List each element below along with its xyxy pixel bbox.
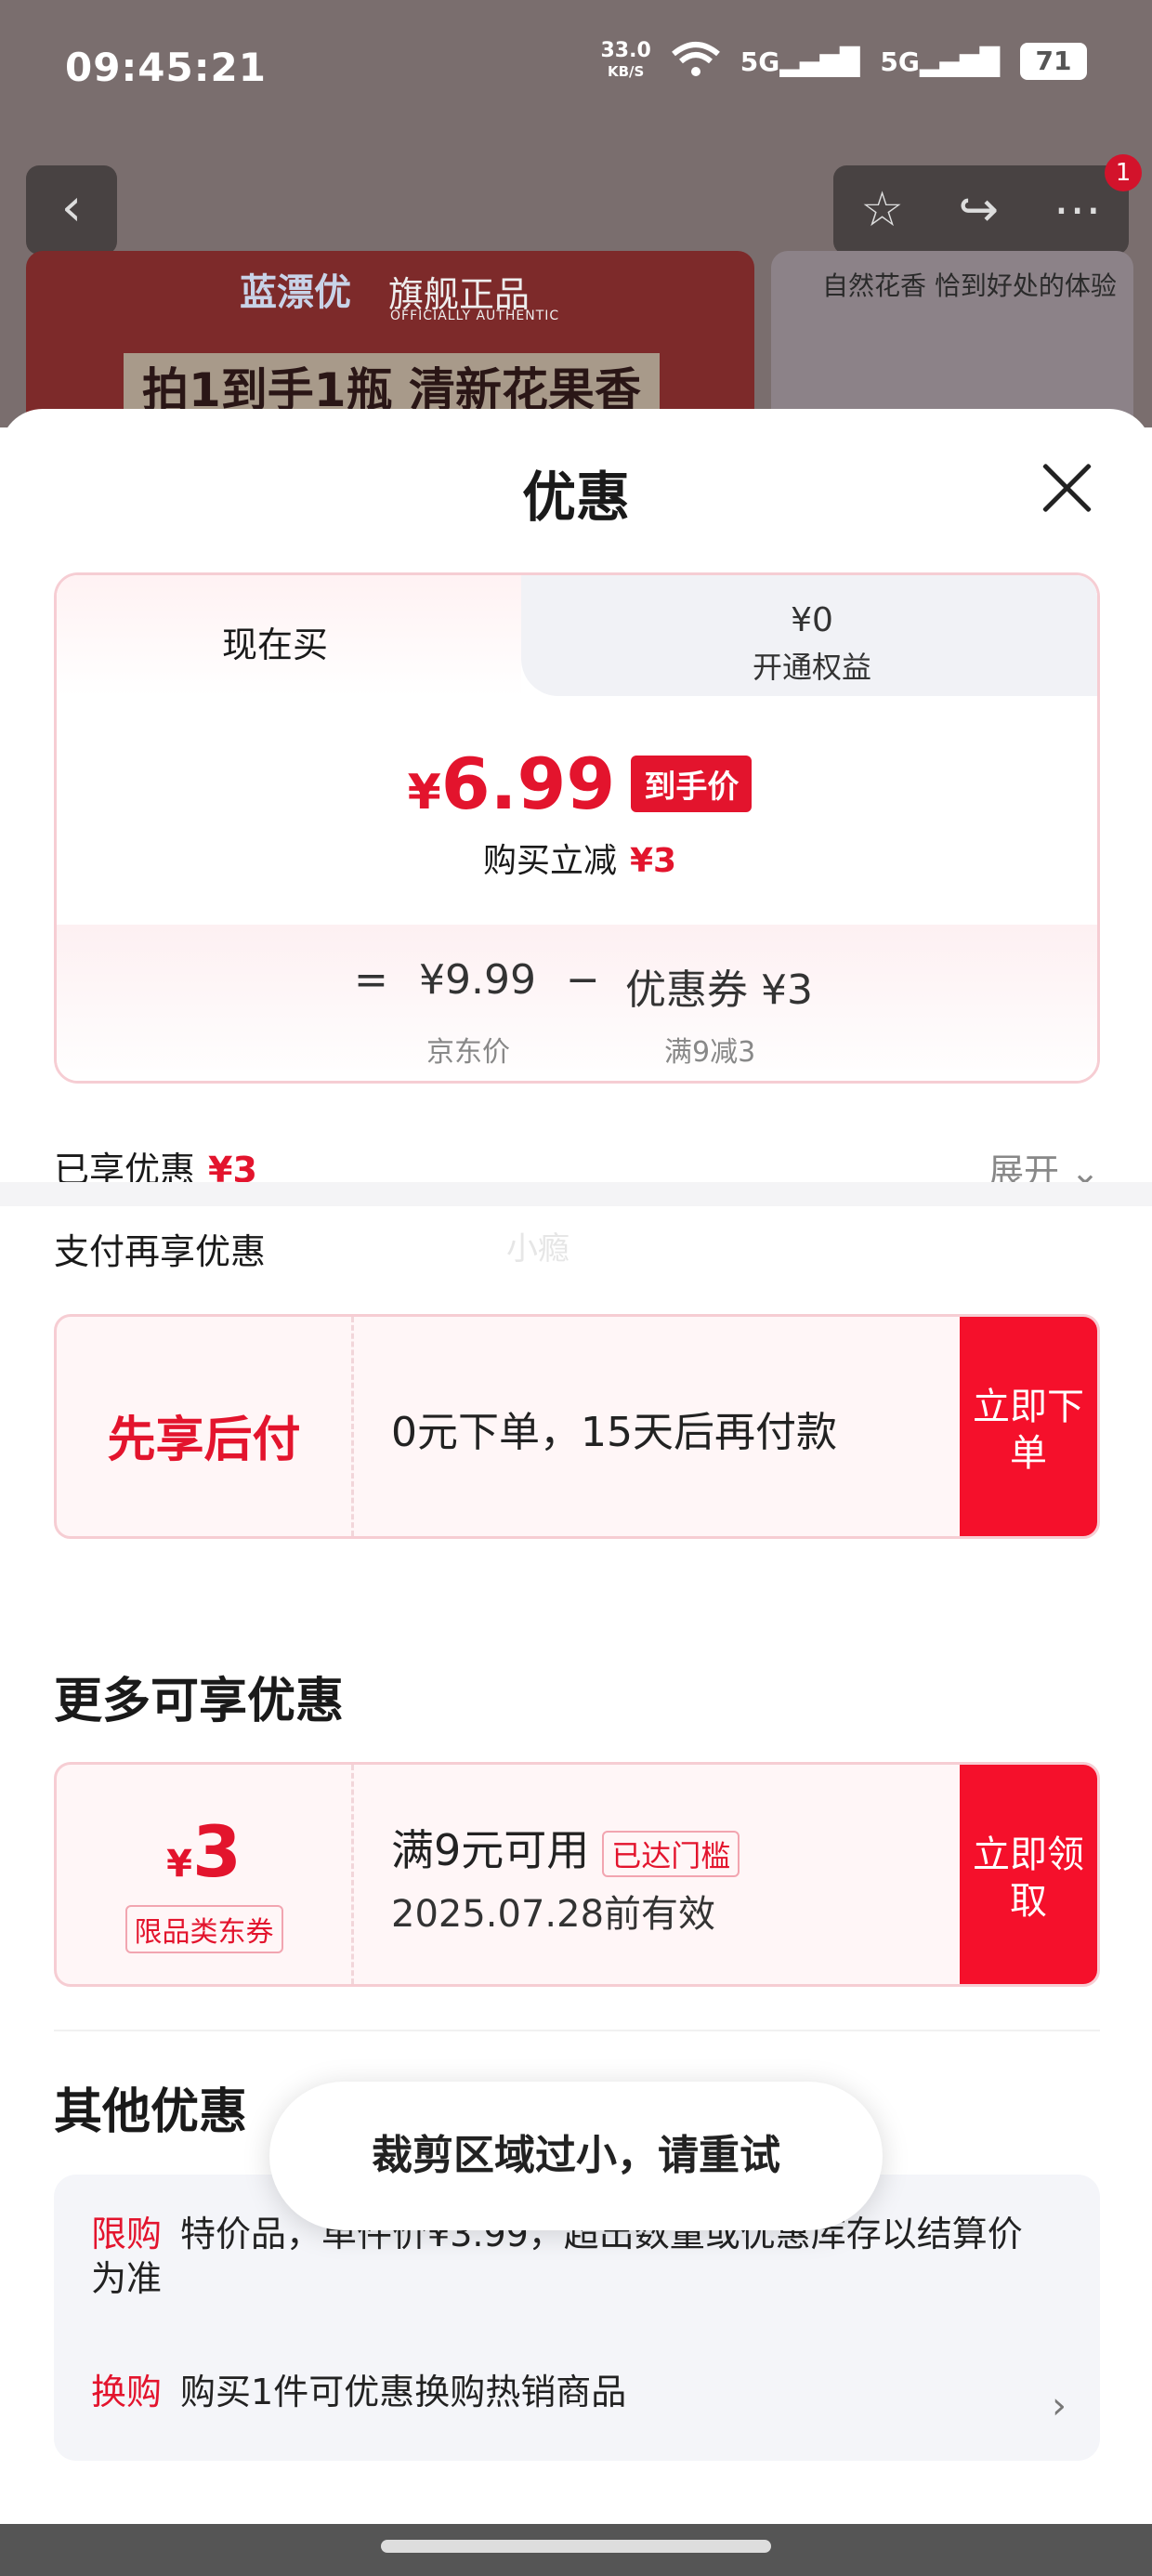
coupon-expiry: 2025.07.28前有效 xyxy=(391,1893,716,1936)
side-image-text: 自然花香 恰到好处的体验 xyxy=(822,270,1117,301)
brand-logo: 蓝漂优 xyxy=(240,271,351,314)
more-icon[interactable]: ⋯ xyxy=(1054,182,1102,238)
trade-in-row[interactable]: 换购 购买1件可优惠换购热销商品 xyxy=(91,2370,1039,2414)
order-now-button[interactable]: 立即下单 xyxy=(960,1317,1097,1536)
base-price: ¥9.99 xyxy=(419,956,536,1004)
banner-tag-sub: OFFICIALLY AUTHENTIC xyxy=(390,309,560,323)
product-banner: 蓝漂优 旗舰正品 OFFICIALLY AUTHENTIC 拍1到手1瓶 清新花… xyxy=(26,251,754,427)
price-card: 现在买 ¥0 开通权益 ¥6.99 到手价 购买立减 ¥3 = ¥9.99 − 优… xyxy=(54,572,1100,1084)
chevron-right-icon[interactable]: › xyxy=(1052,2385,1067,2427)
status-bar: 09:45:21 33.0 KB/S 5G▂▄▆█ 5G▂▄▆█ 71 xyxy=(0,0,1152,139)
coupon-type: 限品类东券 xyxy=(124,1905,283,1953)
status-icons: 33.0 KB/S 5G▂▄▆█ 5G▂▄▆█ 71 xyxy=(600,39,1087,82)
battery-icon: 71 xyxy=(1020,43,1087,80)
tab-membership-value: ¥0 xyxy=(791,601,833,639)
net-speed: 33.0 KB/S xyxy=(600,39,651,81)
signal-icon-1: 5G▂▄▆█ xyxy=(740,46,860,77)
base-price-label: 京东价 xyxy=(426,1036,510,1069)
pay-later-label: 先享后付 xyxy=(107,1413,301,1468)
tab-buy-now-label: 现在买 xyxy=(221,624,328,665)
coupon-amount: ¥3 xyxy=(166,1810,242,1893)
more-discounts-title: 更多可享优惠 xyxy=(54,1674,345,1729)
toast-message: 裁剪区域过小，请重试 xyxy=(269,2082,883,2230)
signal-icon-2: 5G▂▄▆█ xyxy=(880,46,1000,77)
reduce-line: 购买立减 ¥3 xyxy=(482,842,677,880)
jd-coupon-card: ¥3 限品类东券 满9元可用 已达门槛 2025.07.28前有效 立即领取 xyxy=(54,1762,1100,1987)
wifi-icon xyxy=(671,41,720,82)
final-price: ¥6.99 到手价 xyxy=(57,743,1097,825)
status-time: 09:45:21 xyxy=(65,45,267,90)
back-button[interactable]: ‹ xyxy=(26,165,117,255)
chevron-left-icon: ‹ xyxy=(60,177,83,238)
section-line xyxy=(54,2030,1100,2031)
minus-sign: − xyxy=(566,956,600,1004)
price-breakdown: = ¥9.99 − 优惠券 ¥3 京东价 满9减3 xyxy=(57,925,1097,1081)
equals-sign: = xyxy=(354,956,388,1004)
coupon-condition: 满9元可用 已达门槛 xyxy=(391,1817,740,1878)
trade-in-text: 购买1件可优惠换购热销商品 xyxy=(180,2372,627,2412)
pay-later-card: 先享后付 0元下单，15天后再付款 立即下单 xyxy=(54,1314,1100,1539)
pay-later-left: 先享后付 xyxy=(57,1317,354,1536)
claim-coupon-button[interactable]: 立即领取 xyxy=(960,1765,1097,1984)
watermark: 小瘾 xyxy=(506,1230,569,1268)
tab-membership-label: 开通权益 xyxy=(752,650,871,685)
coupon-rule-label: 满9减3 xyxy=(664,1036,756,1069)
jd-coupon-middle: 满9元可用 已达门槛 2025.07.28前有效 xyxy=(391,1765,740,1938)
sheet-title: 优惠 xyxy=(521,466,630,529)
trade-in-tag: 换购 xyxy=(91,2372,163,2412)
coupon-deduction: 优惠券 ¥3 xyxy=(625,966,813,1014)
threshold-met-badge: 已达门槛 xyxy=(602,1830,740,1877)
pay-later-middle: 0元下单，15天后再付款 xyxy=(391,1317,837,1458)
discount-sheet: 优惠 现在买 ¥0 开通权益 ¥6.99 到手价 购买立减 ¥3 = ¥9.99 … xyxy=(0,409,1152,2576)
star-icon[interactable]: ☆ xyxy=(860,182,904,238)
share-icon[interactable]: ↪ xyxy=(959,182,1000,238)
tab-strip: 现在买 ¥0 开通权益 xyxy=(57,575,1097,696)
final-price-tag: 到手价 xyxy=(631,756,753,812)
pay-more-label: 支付再享优惠 xyxy=(54,1231,267,1272)
jd-coupon-left: ¥3 限品类东券 xyxy=(57,1765,354,1984)
home-indicator[interactable] xyxy=(381,2540,771,2553)
background-page: 09:45:21 33.0 KB/S 5G▂▄▆█ 5G▂▄▆█ 71 ‹ ☆ … xyxy=(0,0,1152,427)
tab-membership[interactable]: ¥0 开通权益 xyxy=(521,575,1097,696)
section-divider xyxy=(0,1182,1152,1206)
pay-later-text: 0元下单，15天后再付款 xyxy=(391,1409,837,1456)
limit-purchase-tag: 限购 xyxy=(91,2214,163,2254)
notification-badge: 1 xyxy=(1105,154,1142,191)
top-action-group: ☆ ↪ ⋯ 1 xyxy=(833,154,1142,255)
tab-buy-now[interactable]: 现在买 xyxy=(57,575,521,696)
final-price-amount: ¥6.99 xyxy=(407,743,616,825)
close-icon[interactable] xyxy=(1035,455,1100,520)
other-discounts-title: 其他优惠 xyxy=(54,2084,248,2140)
